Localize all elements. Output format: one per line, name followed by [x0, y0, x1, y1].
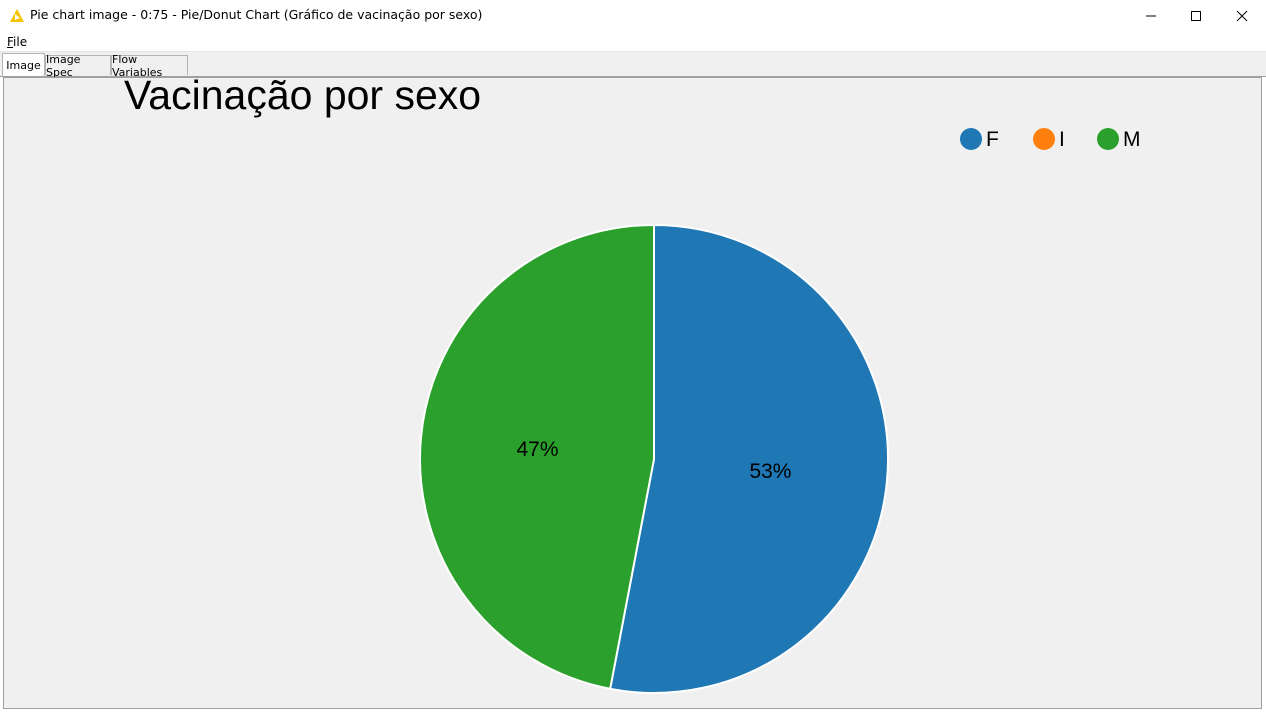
- pie-slice-label-F: 53%: [749, 460, 791, 483]
- tab-image-spec-label: Image Spec: [46, 52, 81, 79]
- menu-file[interactable]: File: [7, 35, 27, 49]
- minimize-icon: [1146, 15, 1156, 16]
- pie-slice-label-M: 47%: [517, 438, 559, 461]
- chart-legend: FIM: [960, 128, 1141, 151]
- legend-label-M: M: [1123, 128, 1141, 151]
- maximize-button[interactable]: [1173, 0, 1219, 31]
- tab-image-label: Image: [6, 58, 41, 72]
- window-bottom-edge: [0, 709, 1266, 713]
- legend-label-I: I: [1059, 128, 1065, 151]
- legend-marker-M: [1097, 128, 1119, 150]
- close-icon: [1236, 10, 1248, 21]
- window-titlebar: Pie chart image - 0:75 - Pie/Donut Chart…: [0, 0, 1266, 31]
- tab-image[interactable]: Image: [2, 53, 45, 76]
- pie-chart: 53% 47% F I M: [419, 128, 1141, 694]
- close-button[interactable]: [1219, 0, 1265, 31]
- legend-marker-I: [1033, 128, 1055, 150]
- pie-slices: [419, 223, 889, 694]
- menu-bar: File: [0, 31, 1266, 52]
- image-panel: Vacinação por sexo 53% 47% FIM: [3, 72, 1262, 709]
- window-title: Pie chart image - 0:75 - Pie/Donut Chart…: [30, 7, 483, 22]
- tab-image-spec[interactable]: Image Spec: [45, 53, 111, 79]
- maximize-icon: [1191, 10, 1201, 21]
- knime-app-icon: [10, 9, 24, 22]
- legend-marker-F: [960, 128, 982, 150]
- legend-label-F: F: [986, 128, 999, 151]
- menu-file-label: ile: [13, 35, 28, 49]
- minimize-button[interactable]: [1128, 0, 1174, 31]
